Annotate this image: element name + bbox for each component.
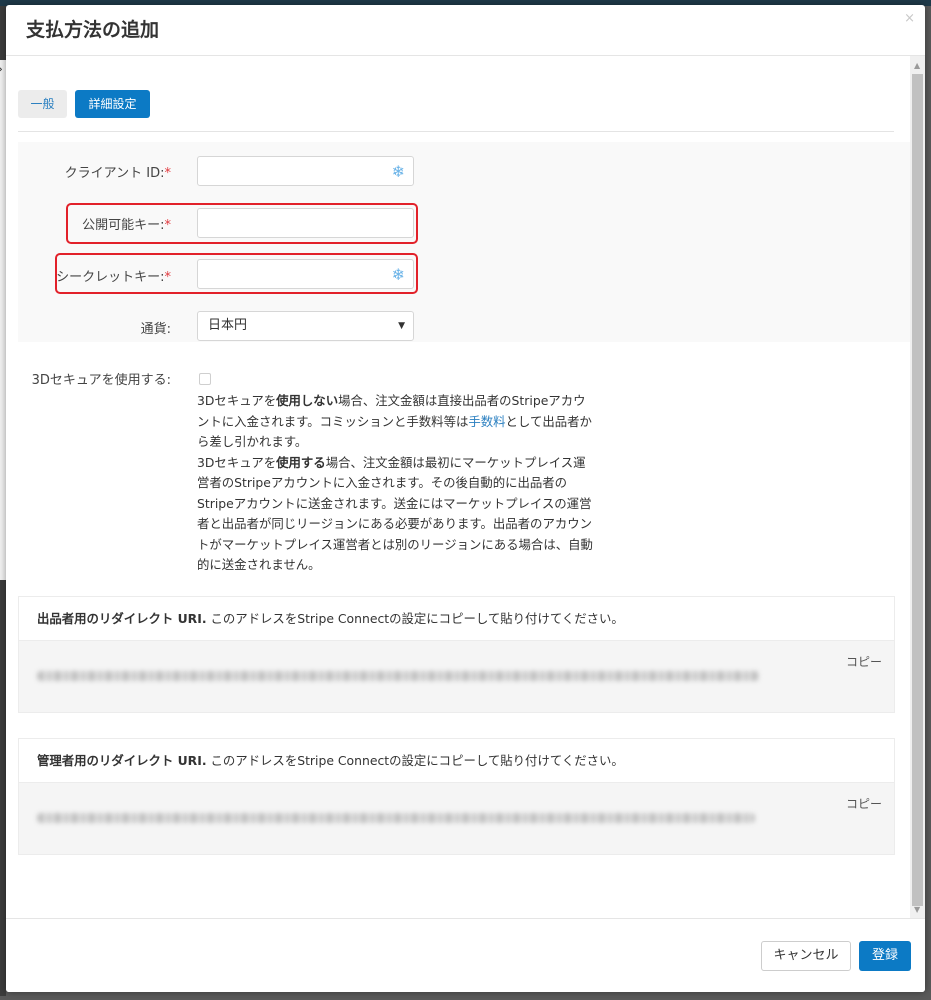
publishable-key-field[interactable]: [197, 208, 414, 238]
currency-select[interactable]: 日本円 ▼: [197, 311, 414, 341]
dropdown-arrow-icon: ▼: [398, 321, 405, 331]
3d-secure-checkbox[interactable]: [199, 373, 211, 385]
dialog-title: 支払方法の追加: [26, 19, 160, 41]
required-marker: *: [164, 166, 172, 181]
client-id-field[interactable]: ❄: [197, 156, 414, 186]
snowflake-icon[interactable]: ❄: [392, 162, 405, 181]
client-id-label: クライアント ID:*: [64, 166, 172, 181]
required-marker: *: [164, 218, 172, 233]
publishable-key-label: 公開可能キー:*: [82, 218, 172, 233]
fees-link[interactable]: 手数料: [468, 414, 505, 429]
secret-key-label: シークレットキー:*: [56, 270, 172, 285]
secret-key-field[interactable]: ❄: [197, 259, 414, 289]
admin-redirect-uri-box: 管理者用のリダイレクト URI. このアドレスをStripe Connectの設…: [18, 738, 895, 855]
tab-divider: [18, 131, 894, 132]
vendor-redirect-uri-heading: 出品者用のリダイレクト URI. このアドレスをStripe Connectの設…: [19, 597, 894, 641]
copy-button[interactable]: コピー: [846, 653, 882, 670]
save-button[interactable]: 登録: [859, 941, 911, 971]
cancel-button[interactable]: キャンセル: [761, 941, 851, 971]
vendor-redirect-uri-box: 出品者用のリダイレクト URI. このアドレスをStripe Connectの設…: [18, 596, 895, 713]
tab-general[interactable]: 一般: [18, 90, 67, 118]
currency-label: 通貨:: [140, 322, 171, 337]
scroll-up-arrow-icon[interactable]: ▲: [914, 61, 920, 70]
admin-redirect-uri-heading: 管理者用のリダイレクト URI. このアドレスをStripe Connectの設…: [19, 739, 894, 783]
add-payment-method-dialog: 支払方法の追加 × 一般 詳細設定 クライアント ID:* ❄ 公開可能キー:*…: [6, 5, 925, 992]
vertical-scrollbar[interactable]: ▲ ▼: [910, 56, 925, 918]
scroll-down-arrow-icon[interactable]: ▼: [914, 905, 920, 914]
vendor-redirect-uri-value[interactable]: [37, 671, 759, 681]
copy-button[interactable]: コピー: [846, 795, 882, 812]
dialog-footer: キャンセル 登録: [6, 918, 925, 992]
scrollbar-thumb[interactable]: [912, 74, 923, 906]
close-icon[interactable]: ×: [904, 11, 915, 26]
3d-secure-description: 3Dセキュアを使用しない場合、注文金額は直接出品者のStripeアカウントに入金…: [197, 393, 593, 572]
tab-advanced-settings[interactable]: 詳細設定: [75, 90, 150, 118]
currency-value: 日本円: [208, 318, 248, 333]
snowflake-icon[interactable]: ❄: [392, 265, 405, 284]
required-marker: *: [164, 270, 172, 285]
dialog-header: 支払方法の追加 ×: [6, 5, 925, 56]
3d-secure-label: 3Dセキュアを使用する:: [31, 373, 171, 388]
dialog-body: 一般 詳細設定 クライアント ID:* ❄ 公開可能キー:* シークレットキー:…: [6, 56, 910, 918]
admin-redirect-uri-value[interactable]: [37, 813, 755, 823]
